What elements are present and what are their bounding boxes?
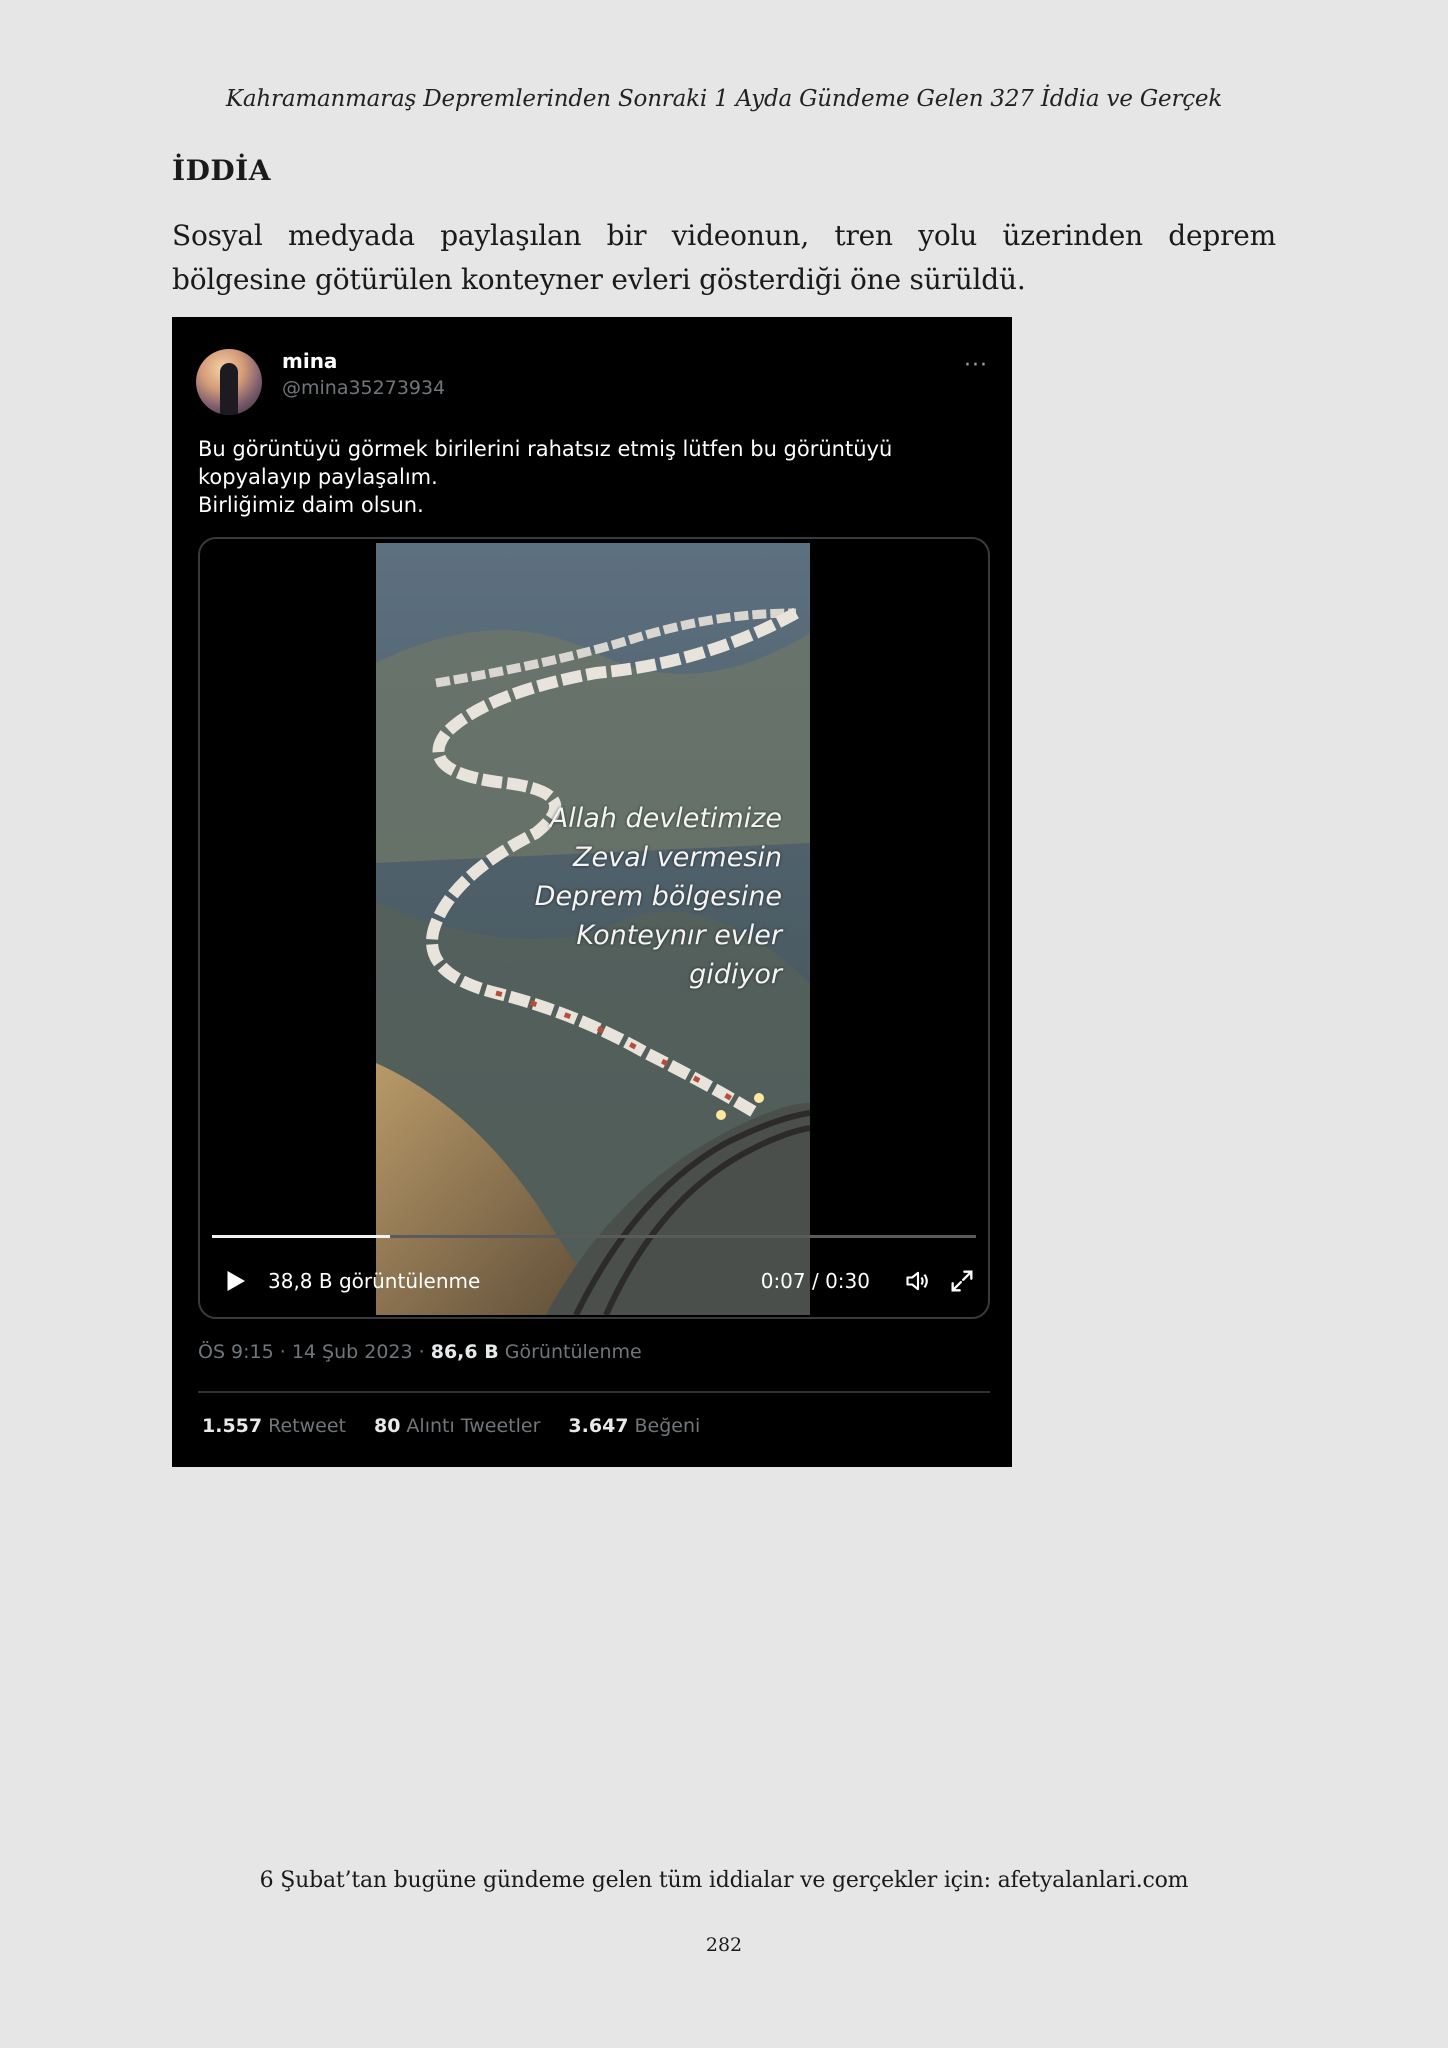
footer-text: 6 Şubat’tan bugüne gündeme gelen tüm idd… xyxy=(259,1868,1189,1893)
video-views-label: 38,8 B görüntülenme xyxy=(268,1269,481,1293)
video-overlay-text: Allah devletimize Zeval vermesin Deprem … xyxy=(534,803,782,990)
tweet-views-word: Görüntülenme xyxy=(498,1341,642,1363)
display-name[interactable]: mina xyxy=(282,349,337,373)
video-frame[interactable]: Allah devletimize Zeval vermesin Deprem … xyxy=(376,543,810,1315)
video-progress-fill xyxy=(212,1235,391,1238)
page-number: 282 xyxy=(705,1934,743,1956)
play-icon[interactable] xyxy=(220,1266,250,1296)
section-title: İDDİA xyxy=(172,154,271,187)
quote-count: 80 xyxy=(373,1415,401,1437)
video-controls: 38,8 B görüntülenme 0:07 / 0:30 xyxy=(212,1261,976,1301)
claim-paragraph: Sosyal medyada paylaşılan bir videonun, … xyxy=(172,219,1276,296)
tweet-stats: 1.557 Retweet 80 Alıntı Tweetler 3.647 Beğe… xyxy=(202,1415,700,1437)
tweet-views-count: 86,6 B xyxy=(430,1341,499,1363)
like-stat[interactable]: 3.647 Beğeni xyxy=(568,1415,700,1437)
user-handle[interactable]: @mina35273934 xyxy=(282,377,445,399)
fullscreen-icon[interactable] xyxy=(948,1267,976,1295)
tweet-screenshot: mina @mina35273934 ··· Bu görüntüyü görm… xyxy=(172,317,1012,1467)
tweet-text: Bu görüntüyü görmek birilerini rahatsız … xyxy=(198,437,893,517)
more-horizontal-icon[interactable]: ··· xyxy=(964,353,988,378)
divider xyxy=(198,1391,990,1393)
retweet-count: 1.557 xyxy=(202,1415,263,1437)
like-count: 3.647 xyxy=(568,1415,629,1437)
retweet-label: Retweet xyxy=(268,1415,346,1437)
quote-stat[interactable]: 80 Alıntı Tweetler xyxy=(374,1415,540,1437)
avatar[interactable] xyxy=(196,349,262,415)
video-progress-bar[interactable] xyxy=(212,1235,976,1238)
volume-icon[interactable] xyxy=(904,1267,932,1295)
quote-label: Alıntı Tweetler xyxy=(406,1415,541,1437)
video-player[interactable]: Allah devletimize Zeval vermesin Deprem … xyxy=(198,537,990,1319)
tweet-meta: ÖS 9:15 · 14 Şub 2023 · 86,6 B Görüntüle… xyxy=(198,1341,642,1363)
retweet-stat[interactable]: 1.557 Retweet xyxy=(202,1415,346,1437)
running-header: Kahramanmaraş Depremlerinden Sonraki 1 A… xyxy=(225,86,1223,112)
tweet-timestamp[interactable]: ÖS 9:15 · 14 Şub 2023 · xyxy=(198,1341,431,1363)
video-time-label: 0:07 / 0:30 xyxy=(760,1269,870,1293)
like-label: Beğeni xyxy=(634,1415,701,1437)
